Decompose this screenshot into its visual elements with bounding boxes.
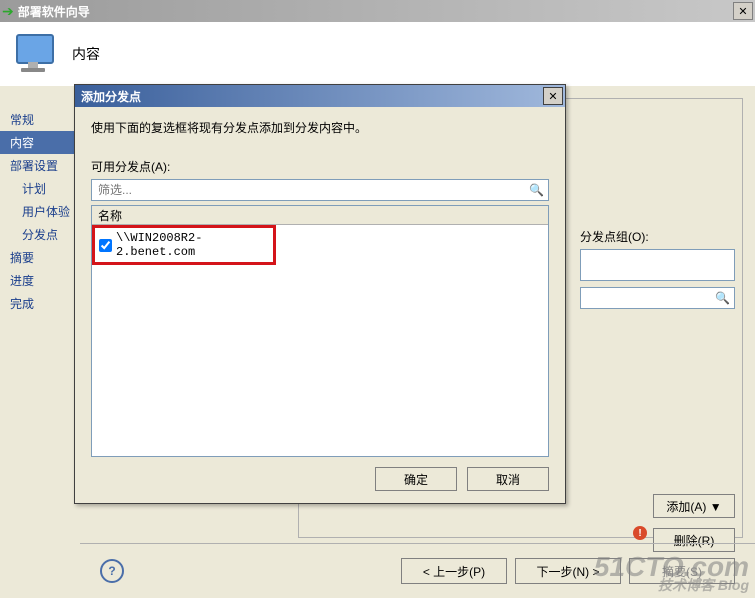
help-icon[interactable]: ? [100, 559, 124, 583]
right-panel: 分发点组(O): 🔍 [580, 228, 735, 315]
sidebar-item-deploy-settings[interactable]: 部署设置 [0, 154, 80, 177]
sidebar-item-progress[interactable]: 进度 [0, 269, 80, 292]
main-window-title: 部署软件向导 [18, 3, 733, 20]
filter-input-row[interactable]: 🔍 [91, 179, 549, 201]
dialog-buttons: 确定 取消 [365, 467, 549, 491]
dp-listbox[interactable]: 名称 \\WIN2008R2-2.benet.com [91, 205, 549, 457]
search-icon: 🔍 [529, 183, 544, 197]
header-row: 内容 [0, 22, 755, 86]
dp-group-list[interactable] [580, 249, 735, 281]
available-dp-label: 可用分发点(A): [91, 158, 549, 175]
main-close-button[interactable]: ✕ [733, 2, 753, 20]
dialog-titlebar: 添加分发点 ✕ [75, 85, 565, 107]
sidebar-item-summary[interactable]: 摘要 [0, 246, 80, 269]
add-button[interactable]: 添加(A) ▼ [653, 494, 735, 518]
search-icon: 🔍 [715, 291, 730, 305]
list-item[interactable]: \\WIN2008R2-2.benet.com [92, 225, 276, 265]
ok-button[interactable]: 确定 [375, 467, 457, 491]
next-button[interactable]: 下一步(N) > [515, 558, 621, 584]
add-dp-dialog: 添加分发点 ✕ 使用下面的复选框将现有分发点添加到分发内容中。 可用分发点(A)… [74, 84, 566, 504]
dialog-description: 使用下面的复选框将现有分发点添加到分发内容中。 [91, 119, 549, 136]
sidebar-item-complete[interactable]: 完成 [0, 292, 80, 315]
sidebar-item-content[interactable]: 内容 [0, 131, 80, 154]
sidebar-item-general[interactable]: 常规 [0, 108, 80, 131]
bottom-bar: ? < 上一步(P) 下一步(N) > 摘要(S) [80, 543, 755, 598]
computer-icon [14, 32, 58, 76]
sidebar-item-distribution-points[interactable]: 分发点 [0, 223, 80, 246]
cancel-button[interactable]: 取消 [467, 467, 549, 491]
column-header-name[interactable]: 名称 [92, 206, 548, 225]
page-title: 内容 [72, 44, 100, 64]
main-titlebar: ➔ 部署软件向导 ✕ [0, 0, 755, 22]
dp-checkbox[interactable] [99, 239, 112, 252]
dp-name: \\WIN2008R2-2.benet.com [116, 231, 271, 259]
dialog-body: 使用下面的复选框将现有分发点添加到分发内容中。 可用分发点(A): 🔍 名称 \… [75, 107, 565, 469]
filter-input[interactable] [96, 182, 529, 198]
dialog-title: 添加分发点 [77, 88, 543, 105]
error-icon: ! [633, 526, 647, 540]
dialog-close-button[interactable]: ✕ [543, 87, 563, 105]
prev-button[interactable]: < 上一步(P) [401, 558, 507, 584]
summary-button[interactable]: 摘要(S) [629, 558, 735, 584]
dp-group-label: 分发点组(O): [580, 228, 735, 245]
wizard-sidebar: 常规 内容 部署设置 计划 用户体验 分发点 摘要 进度 完成 [0, 98, 80, 598]
wizard-window: ➔ 部署软件向导 ✕ 内容 常规 内容 部署设置 计划 用户体验 分发点 摘要 … [0, 0, 755, 598]
dp-group-filter[interactable]: 🔍 [580, 287, 735, 309]
sidebar-item-schedule[interactable]: 计划 [0, 177, 80, 200]
wizard-icon: ➔ [2, 3, 14, 20]
sidebar-item-user-experience[interactable]: 用户体验 [0, 200, 80, 223]
